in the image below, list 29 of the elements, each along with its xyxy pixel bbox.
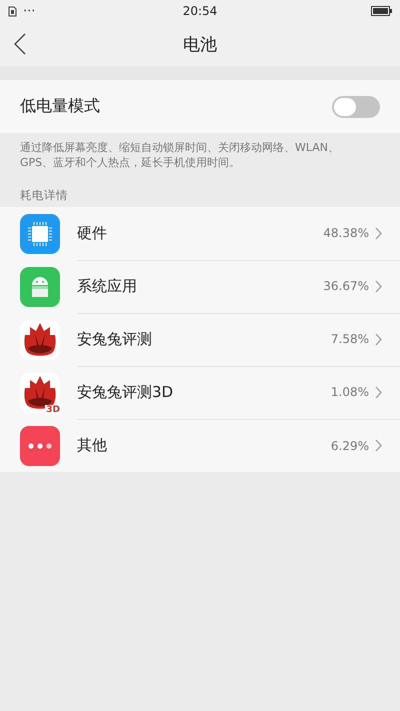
- chevron-icon: [375, 386, 382, 398]
- more-dots-icon: [27, 442, 53, 448]
- page-title: 电池: [183, 34, 217, 56]
- usage-percent: 6.29%: [330, 438, 369, 452]
- low-power-toggle[interactable]: [332, 96, 380, 118]
- section-title: 耗电详情: [19, 187, 69, 204]
- battery-icon: [371, 6, 392, 16]
- chevron-icon: [375, 280, 382, 292]
- app-name[interactable]: 系统应用: [77, 276, 324, 296]
- usage-percent: 36.67%: [323, 279, 369, 293]
- notification-dots: ···: [23, 4, 36, 18]
- usage-percent: 48.38%: [323, 226, 369, 240]
- usage-percent: 1.08%: [330, 385, 369, 399]
- flame-creature-icon: [23, 322, 57, 358]
- chevron-icon: [375, 226, 382, 240]
- app-name[interactable]: 安兔兔评测: [77, 330, 331, 348]
- back-icon: [14, 33, 26, 55]
- chevron-icon: [375, 439, 382, 452]
- icon-badge: 3D: [45, 404, 61, 414]
- app-name[interactable]: 硬件: [77, 224, 324, 242]
- description-text: 通过降低屏幕亮度、缩短自动锁屏时间、关闭移动网络、WLAN、GPS、蓝牙和个人热点，延长手机使用时间。: [19, 140, 340, 171]
- app-name[interactable]: 安兔兔评测3D: [77, 382, 331, 402]
- app-name[interactable]: 其他: [77, 436, 331, 455]
- low-power-label: 低电量模式: [20, 96, 100, 117]
- chip-icon: [27, 220, 53, 246]
- status-time: 20:54: [182, 4, 218, 18]
- chevron-icon: [375, 332, 382, 346]
- sim-card-icon: [8, 6, 17, 16]
- usage-percent: 7.58%: [330, 332, 369, 346]
